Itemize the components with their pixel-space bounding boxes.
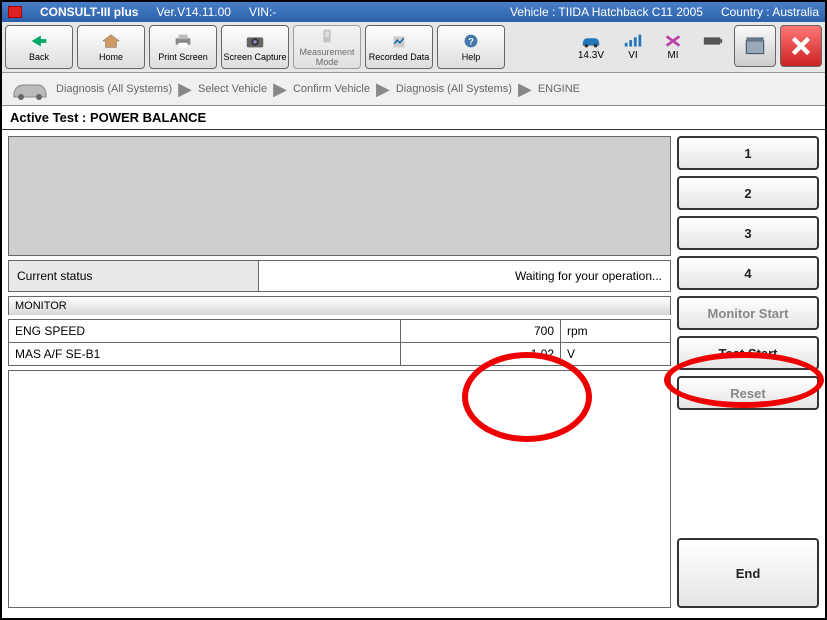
battery-icon (702, 34, 724, 48)
monitor-param-unit: rpm (561, 320, 671, 343)
bc-step-1[interactable]: Diagnosis (All Systems) (56, 83, 172, 95)
chevron-right-icon: ▶ (178, 79, 192, 100)
chevron-right-icon: ▶ (273, 79, 287, 100)
monitor-param-name: MAS A/F SE-B1 (9, 343, 401, 366)
x-icon (662, 34, 684, 48)
help-label: Help (462, 52, 481, 62)
signal-icon (622, 34, 644, 48)
voltage-indicator: 14.3V (578, 34, 604, 61)
close-icon (788, 33, 814, 59)
monitor-param-name: ENG SPEED (9, 320, 401, 343)
status-zone: 14.3V VI MI (509, 25, 730, 69)
cylinder-3-button[interactable]: 3 (677, 216, 819, 250)
app-version: Ver.V14.11.00 (156, 5, 231, 19)
bc-step5-label: ENGINE (538, 83, 580, 95)
active-test-title: Active Test : POWER BALANCE (2, 106, 825, 130)
bc-step-2[interactable]: Select Vehicle (198, 83, 267, 95)
bc-step3-label: Confirm Vehicle (293, 83, 370, 95)
car-icon (580, 34, 602, 48)
home-icon (100, 32, 122, 50)
capture-label: Screen Capture (223, 52, 286, 62)
close-button[interactable] (780, 25, 822, 67)
cylinder-4-button[interactable]: 4 (677, 256, 819, 290)
monitor-table: ENG SPEED 700 rpm MAS A/F SE-B1 1.02 V (8, 319, 671, 366)
mi-label: MI (667, 50, 678, 61)
reset-button[interactable]: Reset (677, 376, 819, 410)
measurement-mode-button[interactable]: Measurement Mode (293, 25, 361, 69)
window-button[interactable] (734, 25, 776, 67)
end-button[interactable]: End (677, 538, 819, 608)
app-logo-icon (8, 6, 22, 18)
battery-indicator (702, 34, 724, 61)
current-status-row: Current status Waiting for your operatio… (8, 260, 671, 292)
chevron-right-icon: ▶ (518, 79, 532, 100)
voltage-value: 14.3V (578, 50, 604, 61)
monitor-param-unit: V (561, 343, 671, 366)
app-name: CONSULT-III plus (40, 5, 138, 19)
country-label: Country : Australia (721, 5, 819, 19)
breadcrumb: Diagnosis (All Systems) ▶ Select Vehicle… (2, 73, 825, 106)
bc-step-3[interactable]: Confirm Vehicle (293, 83, 370, 95)
current-status-label: Current status (9, 261, 259, 291)
back-label: Back (29, 52, 49, 62)
window-icon (742, 33, 768, 59)
help-icon: ? (460, 32, 482, 50)
print-label: Print Screen (158, 52, 208, 62)
monitor-param-value: 1.02 (401, 343, 561, 366)
help-button[interactable]: ? Help (437, 25, 505, 69)
table-row: MAS A/F SE-B1 1.02 V (9, 343, 671, 366)
recorded-label: Recorded Data (369, 52, 430, 62)
cylinder-1-button[interactable]: 1 (677, 136, 819, 170)
measure-label: Measurement Mode (294, 47, 360, 67)
title-bar: CONSULT-III plus Ver.V14.11.00 VIN:- Veh… (2, 2, 825, 22)
bc-step4-label: Diagnosis (All Systems) (396, 83, 512, 95)
recorded-data-button[interactable]: Recorded Data (365, 25, 433, 69)
home-label: Home (99, 52, 123, 62)
mi-indicator: MI (662, 34, 684, 61)
screen-capture-button[interactable]: Screen Capture (221, 25, 289, 69)
chevron-right-icon: ▶ (376, 79, 390, 100)
vi-label: VI (628, 50, 637, 61)
home-button[interactable]: Home (77, 25, 145, 69)
monitor-header: MONITOR (8, 296, 671, 315)
vin-label: VIN:- (249, 5, 276, 19)
monitor-param-value: 700 (401, 320, 561, 343)
monitor-start-button[interactable]: Monitor Start (677, 296, 819, 330)
printer-icon (172, 32, 194, 50)
recorded-data-icon (388, 32, 410, 50)
back-arrow-icon (28, 32, 50, 50)
cylinder-2-button[interactable]: 2 (677, 176, 819, 210)
bc-step2-label: Select Vehicle (198, 83, 267, 95)
diagnosis-car-icon (10, 77, 50, 101)
battery-label (712, 50, 715, 61)
measurement-icon (316, 27, 338, 45)
bc-step-4[interactable]: Diagnosis (All Systems) (396, 83, 512, 95)
vi-indicator: VI (622, 34, 644, 61)
bc-step1-label: Diagnosis (All Systems) (56, 83, 172, 95)
back-button[interactable]: Back (5, 25, 73, 69)
vehicle-label: Vehicle : TIIDA Hatchback C11 2005 (510, 5, 703, 19)
empty-area (8, 370, 671, 608)
display-panel (8, 136, 671, 256)
test-start-button[interactable]: Test Start (677, 336, 819, 370)
current-status-value: Waiting for your operation... (259, 261, 670, 291)
bc-step-5[interactable]: ENGINE (538, 83, 580, 95)
print-screen-button[interactable]: Print Screen (149, 25, 217, 69)
svg-text:?: ? (468, 37, 474, 47)
table-row: ENG SPEED 700 rpm (9, 320, 671, 343)
camera-icon (244, 32, 266, 50)
toolbar: Back Home Print Screen Screen Capture Me… (2, 22, 825, 73)
